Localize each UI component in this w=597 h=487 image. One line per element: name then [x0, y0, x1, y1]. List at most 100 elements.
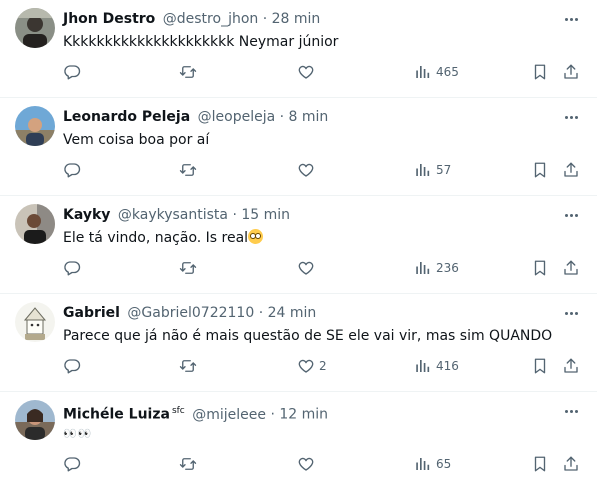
tweet[interactable]: Kayky @kaykysantista · 15 min Ele tá vin… [0, 196, 597, 294]
heart-icon [298, 359, 314, 373]
share-icon [564, 260, 578, 275]
bookmark-button[interactable] [531, 61, 549, 83]
tweet-actions: 2 416 [0, 355, 597, 377]
reply-button[interactable] [63, 159, 81, 181]
avatar[interactable] [15, 400, 55, 440]
views-button[interactable]: 416 [414, 355, 459, 377]
tweet-header: Kayky @kaykysantista · 15 min [63, 206, 290, 224]
display-name[interactable]: Jhon Destro [63, 11, 155, 27]
retweet-button[interactable] [179, 159, 197, 181]
tweet-actions: 465 [0, 61, 597, 83]
timestamp[interactable]: 12 min [279, 407, 328, 423]
display-name[interactable]: Leonardo Peleja [63, 109, 190, 125]
share-icon [564, 64, 578, 79]
separator-dot: · [232, 207, 237, 223]
more-horizontal-icon[interactable] [561, 110, 581, 124]
separator-dot: · [262, 11, 268, 27]
like-button[interactable] [297, 257, 319, 279]
tweet-text: Parece que já não é mais questão de SE e… [63, 328, 553, 344]
separator-dot: · [279, 109, 285, 125]
display-name[interactable]: Kayky [63, 207, 110, 223]
tweet-actions: 57 [0, 159, 597, 181]
reply-icon [64, 65, 81, 80]
like-button[interactable] [297, 159, 319, 181]
tweet[interactable]: Leonardo Peleja @leopeleja · 8 min Vem c… [0, 98, 597, 196]
like-button[interactable] [297, 453, 319, 475]
avatar[interactable] [15, 8, 55, 48]
reply-icon [64, 163, 81, 178]
heart-icon [298, 65, 314, 79]
bookmark-button[interactable] [531, 159, 549, 181]
bookmark-icon [534, 162, 546, 178]
avatar[interactable] [15, 106, 55, 146]
more-horizontal-icon[interactable] [561, 404, 581, 418]
share-button[interactable] [562, 355, 580, 377]
view-count: 65 [436, 457, 452, 471]
retweet-button[interactable] [179, 453, 197, 475]
more-horizontal-icon[interactable] [561, 306, 581, 320]
like-count: 2 [319, 359, 327, 373]
avatar[interactable] [15, 204, 55, 244]
bookmark-icon [534, 358, 546, 374]
retweet-icon [179, 66, 197, 78]
separator-dot: · [270, 406, 275, 423]
views-button[interactable]: 465 [414, 61, 459, 83]
timestamp[interactable]: 28 min [272, 11, 321, 27]
user-handle[interactable]: @Gabriel0722110 [127, 305, 254, 321]
like-button[interactable]: 2 [297, 355, 327, 377]
heart-icon [298, 457, 314, 471]
display-name[interactable]: Gabriel [63, 305, 120, 321]
tweet-header: Gabriel @Gabriel0722110 · 24 min [63, 304, 316, 322]
tweet-header: Leonardo Peleja @leopeleja · 8 min [63, 108, 328, 126]
like-button[interactable] [297, 61, 319, 83]
heart-icon [298, 261, 314, 275]
tweet[interactable]: Gabriel @Gabriel0722110 · 24 min Parece … [0, 294, 597, 392]
reply-button[interactable] [63, 61, 81, 83]
user-handle[interactable]: @leopeleja [198, 109, 276, 125]
bookmark-button[interactable] [531, 355, 549, 377]
views-button[interactable]: 236 [414, 257, 459, 279]
retweet-button[interactable] [179, 355, 197, 377]
timestamp[interactable]: 15 min [241, 207, 290, 223]
reply-button[interactable] [63, 453, 81, 475]
views-button[interactable]: 57 [414, 159, 451, 181]
retweet-button[interactable] [179, 257, 197, 279]
bookmark-button[interactable] [531, 257, 549, 279]
views-button[interactable]: 65 [414, 453, 451, 475]
more-horizontal-icon[interactable] [561, 12, 581, 26]
bookmark-button[interactable] [531, 453, 549, 475]
reply-icon [64, 359, 81, 374]
more-horizontal-icon[interactable] [561, 208, 581, 222]
tweet-actions: 65 [0, 453, 597, 475]
flushed-face-emoji [248, 229, 264, 244]
view-count: 236 [436, 261, 459, 275]
name-badge: sfc [171, 406, 185, 416]
retweet-button[interactable] [179, 61, 197, 83]
display-name[interactable]: Michéle Luiza [63, 407, 170, 423]
tweet-actions: 236 [0, 257, 597, 279]
reply-button[interactable] [63, 257, 81, 279]
share-button[interactable] [562, 453, 580, 475]
views-bar-chart-icon [416, 164, 430, 176]
share-button[interactable] [562, 159, 580, 181]
reply-icon [64, 261, 81, 276]
timestamp[interactable]: 24 min [268, 305, 317, 321]
tweet-text: Ele tá vindo, nação. Is real [63, 230, 249, 246]
tweet-text: 👀👀 [63, 427, 93, 440]
timestamp[interactable]: 8 min [289, 109, 329, 125]
tweet[interactable]: Michéle Luiza sfc @mijeleee · 12 min 👀👀 6… [0, 392, 597, 487]
user-handle[interactable]: @destro_jhon [163, 11, 259, 27]
views-bar-chart-icon [416, 66, 430, 78]
tweet[interactable]: Jhon Destro @destro_jhon · 28 min Kkkkkk… [0, 0, 597, 98]
share-button[interactable] [562, 257, 580, 279]
user-handle[interactable]: @kaykysantista [118, 207, 228, 223]
view-count: 465 [436, 65, 459, 79]
tweet-text-container: Ele tá vindo, nação. Is real [63, 229, 264, 247]
tweet-header: Michéle Luiza sfc @mijeleee · 12 min [63, 402, 328, 424]
reply-icon [64, 457, 81, 472]
avatar[interactable] [15, 302, 55, 342]
reply-button[interactable] [63, 355, 81, 377]
user-handle[interactable]: @mijeleee [192, 407, 266, 423]
view-count: 57 [436, 163, 452, 177]
share-button[interactable] [562, 61, 580, 83]
